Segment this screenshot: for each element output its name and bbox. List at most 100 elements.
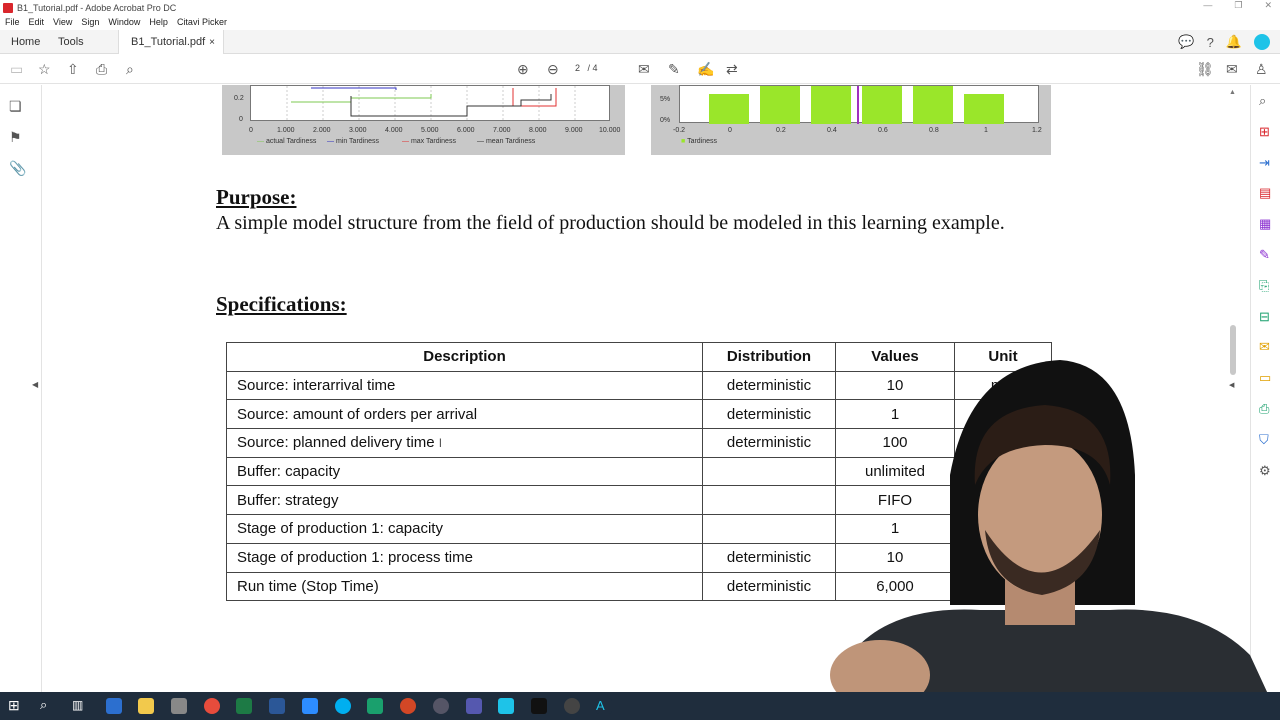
edge-browser-icon[interactable]	[106, 698, 122, 714]
page-current[interactable]: 2	[575, 63, 580, 73]
bookmark-star-icon[interactable]: ☆	[38, 61, 51, 78]
text-cursor-icon: I	[438, 436, 443, 451]
x-tick-label: 10.000	[599, 127, 621, 134]
page-indicator[interactable]: 2 / 4	[575, 63, 598, 73]
chat-icon[interactable]: 💬	[1178, 34, 1194, 50]
sign-icon[interactable]: ✍	[697, 61, 714, 78]
legend-tardiness: ■ Tardiness	[681, 138, 718, 145]
comment-tool-icon[interactable]: ✉	[1259, 339, 1270, 355]
user-add-icon[interactable]: ♙	[1255, 61, 1268, 78]
y-tick-label: 0	[239, 116, 243, 123]
powerpoint-icon[interactable]	[400, 698, 416, 714]
legend-mean-tardiness: — mean Tardiness	[477, 138, 536, 145]
send-for-review-icon[interactable]: ⎘	[1259, 278, 1269, 294]
search-icon[interactable]: ⌕	[40, 697, 56, 713]
legend-label: actual Tardiness	[265, 138, 317, 145]
tardiness-line-chart: 0.2 0 0 1.000 2.000 3.000 4.000 5.000 6.…	[222, 85, 625, 155]
obs-icon[interactable]	[564, 698, 580, 714]
chat-app-icon[interactable]	[367, 698, 383, 714]
task-view-icon[interactable]: ▥	[72, 698, 88, 714]
app-taskbar-icon[interactable]: A	[596, 698, 612, 714]
bell-icon[interactable]: 🔔	[1226, 34, 1242, 50]
cell-description: Buffer: strategy	[226, 485, 703, 516]
scroll-up-icon[interactable]: ▲	[1229, 89, 1236, 96]
save-icon[interactable]: ▭	[10, 61, 23, 78]
actual-tardiness-line	[291, 94, 432, 103]
print-icon[interactable]: ⎙	[96, 61, 107, 78]
export-pdf-icon[interactable]: ⇥	[1259, 155, 1270, 171]
histogram-bar	[862, 86, 902, 124]
previous-page-icon[interactable]: ⊕	[517, 61, 529, 78]
close-window-icon[interactable]: ✕	[1264, 0, 1272, 11]
help-icon[interactable]: ?	[1207, 35, 1214, 50]
toolbar: ▭ ☆ ⇧ ⎙ ⌕ ⊕ ⊖ 2 / 4 ✉ ✎ ✍ ⇄ ⛓ ✉ ♙	[0, 54, 1280, 84]
x-tick-label: 3.000	[349, 127, 367, 134]
collapse-left-icon[interactable]: ◀	[32, 380, 38, 389]
y-tick-label: 0.2	[234, 95, 244, 102]
menu-file[interactable]: File	[5, 17, 20, 27]
restore-icon[interactable]: ❐	[1234, 0, 1242, 11]
attachments-icon[interactable]: 📎	[9, 160, 26, 177]
menu-help[interactable]: Help	[149, 17, 168, 27]
teams-icon[interactable]	[466, 698, 482, 714]
highlight-pen-icon[interactable]: ✎	[668, 61, 680, 78]
start-windows-icon[interactable]: ⊞	[8, 697, 24, 713]
avatar[interactable]	[1254, 34, 1270, 50]
x-tick-label: 7.000	[493, 127, 511, 134]
menu-window[interactable]: Window	[108, 17, 140, 27]
tab-document-label: B1_Tutorial.pdf	[131, 36, 206, 48]
chrome-icon[interactable]	[204, 698, 220, 714]
bookmarks-icon[interactable]: ⚑	[9, 129, 22, 146]
pages-icon[interactable]: ❏	[9, 98, 22, 115]
minimize-icon[interactable]: —	[1203, 0, 1212, 11]
histogram-bar	[709, 94, 749, 124]
histogram-bar	[760, 86, 800, 124]
upload-icon[interactable]: ⇧	[67, 61, 79, 78]
account-tools: 💬 ? 🔔	[1178, 34, 1270, 50]
cell-distribution	[702, 456, 836, 487]
min-tardiness-line	[311, 87, 397, 90]
acrobat-taskbar-icon[interactable]	[531, 698, 547, 714]
menu-view[interactable]: View	[53, 17, 72, 27]
tab-bar: Home Tools B1_Tutorial.pdf × 💬 ? 🔔	[0, 30, 1280, 54]
music-app-icon[interactable]	[433, 698, 449, 714]
organize-pages-icon[interactable]: ▤	[1259, 185, 1271, 201]
menu-sign[interactable]: Sign	[81, 17, 99, 27]
window-title: B1_Tutorial.pdf - Adobe Acrobat Pro DC	[17, 2, 177, 13]
fill-sign-icon[interactable]: ✎	[1259, 247, 1270, 263]
tab-document[interactable]: B1_Tutorial.pdf ×	[118, 30, 224, 54]
tardiness-histogram: 5% 0% -0.2 0 0.2 0.4 0.6 0.8 1 1.2 ■ Tar…	[651, 85, 1051, 155]
page-total: / 4	[587, 63, 598, 73]
close-tab-icon[interactable]: ×	[209, 37, 215, 48]
x-tick-label: 0	[249, 127, 253, 134]
comment-icon[interactable]: ✉	[638, 61, 650, 78]
menu-edit[interactable]: Edit	[29, 17, 45, 27]
zoom-icon[interactable]: ⌕	[1259, 93, 1266, 109]
specifications-heading: Specifications:	[216, 292, 347, 316]
link-icon[interactable]: ⛓	[1196, 61, 1214, 78]
skype-icon[interactable]	[335, 698, 351, 714]
create-pdf-icon[interactable]: ⊞	[1259, 124, 1270, 140]
excel-icon[interactable]	[236, 698, 252, 714]
cell-description: Buffer: capacity	[226, 456, 703, 487]
tab-home[interactable]: Home	[11, 30, 40, 54]
file-explorer-icon[interactable]	[138, 698, 154, 714]
line-chart-svg	[286, 86, 576, 122]
share-icon[interactable]: ⇄	[726, 61, 738, 78]
menu-citavi-picker[interactable]: Citavi Picker	[177, 17, 227, 27]
next-page-icon[interactable]: ⊖	[547, 61, 559, 78]
app-icon[interactable]	[171, 698, 187, 714]
taskbar: ⊞ ⌕ ▥ A	[0, 692, 1280, 720]
cell-description: Stage of production 1: capacity	[226, 514, 703, 544]
compare-icon[interactable]: ⊟	[1259, 309, 1270, 325]
tab-tools[interactable]: Tools	[58, 30, 84, 54]
mail-icon[interactable]: ✉	[1226, 61, 1238, 78]
zoom-search-icon[interactable]: ⌕	[126, 61, 134, 78]
zoom-app-icon[interactable]	[302, 698, 318, 714]
mean-tardiness-line	[350, 94, 552, 117]
edit-pdf-icon[interactable]: ▦	[1259, 216, 1271, 232]
anylogic-icon[interactable]	[498, 698, 514, 714]
x-tick-label: 6.000	[457, 127, 475, 134]
word-icon[interactable]	[269, 698, 285, 714]
cell-description: Run time (Stop Time)	[226, 571, 703, 602]
